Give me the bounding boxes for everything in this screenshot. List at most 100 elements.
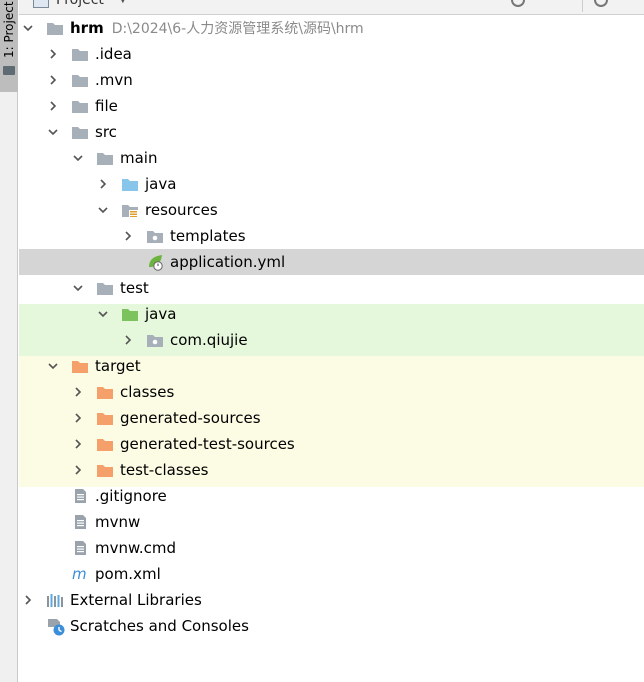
chevron-down-icon[interactable] bbox=[96, 301, 110, 327]
project-icon bbox=[33, 0, 49, 8]
tree-row[interactable]: test-classes bbox=[19, 457, 644, 483]
chevron-down-icon[interactable] bbox=[46, 119, 60, 145]
chevron-down-icon[interactable] bbox=[46, 353, 60, 379]
source-folder-icon bbox=[121, 176, 139, 192]
maven-icon: m bbox=[71, 565, 89, 583]
tree-row[interactable]: mvnw bbox=[19, 509, 644, 535]
folder-icon bbox=[96, 150, 114, 166]
chevron-right-icon[interactable] bbox=[121, 223, 135, 249]
tree-row-root[interactable]: hrm D:\2024\6-人力资源管理系统\源码\hrm bbox=[19, 15, 644, 41]
chevron-down-icon[interactable] bbox=[71, 275, 85, 301]
chevron-down-icon[interactable] bbox=[21, 15, 35, 41]
text-file-icon bbox=[71, 540, 89, 556]
text-file-icon bbox=[71, 514, 89, 530]
chevron-right-icon[interactable] bbox=[71, 405, 85, 431]
tree-item-label: test-classes bbox=[120, 461, 209, 479]
chevron-down-icon[interactable] bbox=[96, 197, 110, 223]
tree-item-label: classes bbox=[120, 383, 175, 401]
tree-row[interactable]: .idea bbox=[19, 41, 644, 67]
tree-row[interactable]: .mvn bbox=[19, 67, 644, 93]
tree-item-label: test bbox=[120, 279, 149, 297]
tree-item-label: target bbox=[95, 357, 141, 375]
tree-row[interactable]: mvnw.cmd bbox=[19, 535, 644, 561]
chevron-down-icon[interactable] bbox=[71, 145, 85, 171]
folder-icon bbox=[71, 46, 89, 62]
svg-text:m: m bbox=[72, 566, 87, 582]
test-source-folder-icon bbox=[121, 306, 139, 322]
tree-row[interactable]: src bbox=[19, 119, 644, 145]
tree-row[interactable]: classes bbox=[19, 379, 644, 405]
chevron-down-icon[interactable]: ▼ bbox=[119, 0, 127, 5]
project-tool-tab[interactable]: 1: Project bbox=[0, 0, 18, 92]
tree-item-label: .gitignore bbox=[95, 487, 167, 505]
tree-item-label: java bbox=[145, 305, 177, 323]
chevron-right-icon[interactable] bbox=[96, 171, 110, 197]
chevron-right-icon[interactable] bbox=[46, 67, 60, 93]
root-label: hrm D:\2024\6-人力资源管理系统\源码\hrm bbox=[70, 18, 364, 39]
tree-row[interactable]: External Libraries bbox=[19, 587, 644, 613]
tree-item-label: application.yml bbox=[170, 253, 286, 271]
divider bbox=[582, 0, 583, 12]
tree-row[interactable]: java bbox=[19, 171, 644, 197]
locate-icon[interactable] bbox=[511, 0, 525, 7]
chevron-right-icon[interactable] bbox=[71, 457, 85, 483]
tree-item-label: .idea bbox=[95, 45, 132, 63]
gear-icon[interactable] bbox=[594, 0, 608, 7]
tree-item-label: External Libraries bbox=[70, 591, 202, 609]
folder-icon bbox=[71, 72, 89, 88]
tree-row[interactable]: java bbox=[19, 301, 644, 327]
excluded-folder-icon bbox=[96, 384, 114, 400]
folder-icon bbox=[46, 20, 64, 36]
tree-row[interactable]: application.yml bbox=[19, 249, 644, 275]
tool-window-strip: 1: Project bbox=[0, 0, 18, 682]
folder-icon bbox=[71, 124, 89, 140]
tree-row[interactable]: target bbox=[19, 353, 644, 379]
tree-item-label: generated-test-sources bbox=[120, 435, 295, 453]
tree-item-label: Scratches and Consoles bbox=[70, 617, 249, 635]
tree-item-label: mvnw bbox=[95, 513, 141, 531]
tree-row[interactable]: resources bbox=[19, 197, 644, 223]
root-name: hrm bbox=[70, 19, 104, 37]
project-header: Project ▼ bbox=[19, 0, 644, 15]
tree-item-label: pom.xml bbox=[95, 565, 161, 583]
chevron-right-icon[interactable] bbox=[46, 93, 60, 119]
project-tool-tab-label: 1: Project bbox=[2, 1, 16, 58]
collapse-all-icon[interactable] bbox=[541, 0, 555, 7]
chevron-right-icon[interactable] bbox=[21, 587, 35, 613]
tree-row[interactable]: generated-sources bbox=[19, 405, 644, 431]
tree-row[interactable]: generated-test-sources bbox=[19, 431, 644, 457]
tree-item-label: file bbox=[95, 97, 118, 115]
tree-row[interactable]: .gitignore bbox=[19, 483, 644, 509]
tree-row[interactable]: Scratches and Consoles bbox=[19, 613, 644, 639]
project-view-title[interactable]: Project bbox=[56, 0, 104, 8]
root-path: D:\2024\6-人力资源管理系统\源码\hrm bbox=[111, 21, 364, 37]
chevron-right-icon[interactable] bbox=[71, 431, 85, 457]
tree-row[interactable]: templates bbox=[19, 223, 644, 249]
excluded-folder-icon bbox=[96, 462, 114, 478]
libraries-icon bbox=[46, 592, 64, 608]
tree-row[interactable]: file bbox=[19, 93, 644, 119]
folder-icon bbox=[96, 280, 114, 296]
tree-item-label: src bbox=[95, 123, 117, 141]
minimize-icon[interactable] bbox=[624, 0, 638, 7]
tree-row[interactable]: test bbox=[19, 275, 644, 301]
chevron-right-icon[interactable] bbox=[46, 41, 60, 67]
tree-item-label: main bbox=[120, 149, 158, 167]
tree-row[interactable]: com.qiujie bbox=[19, 327, 644, 353]
tree-item-label: generated-sources bbox=[120, 409, 261, 427]
chevron-right-icon[interactable] bbox=[121, 327, 135, 353]
tree-item-label: java bbox=[145, 175, 177, 193]
tree-row[interactable]: main bbox=[19, 145, 644, 171]
tree-item-label: resources bbox=[145, 201, 218, 219]
text-file-icon bbox=[71, 488, 89, 504]
tree-row[interactable]: m pom.xml bbox=[19, 561, 644, 587]
folder-icon bbox=[3, 66, 15, 75]
excluded-folder-icon bbox=[96, 436, 114, 452]
tree-item-label: templates bbox=[170, 227, 246, 245]
folder-icon bbox=[71, 98, 89, 114]
tree-item-label: com.qiujie bbox=[170, 331, 248, 349]
chevron-right-icon[interactable] bbox=[71, 379, 85, 405]
resources-folder-icon bbox=[121, 202, 139, 218]
package-icon bbox=[146, 228, 164, 244]
excluded-folder-icon bbox=[71, 358, 89, 374]
